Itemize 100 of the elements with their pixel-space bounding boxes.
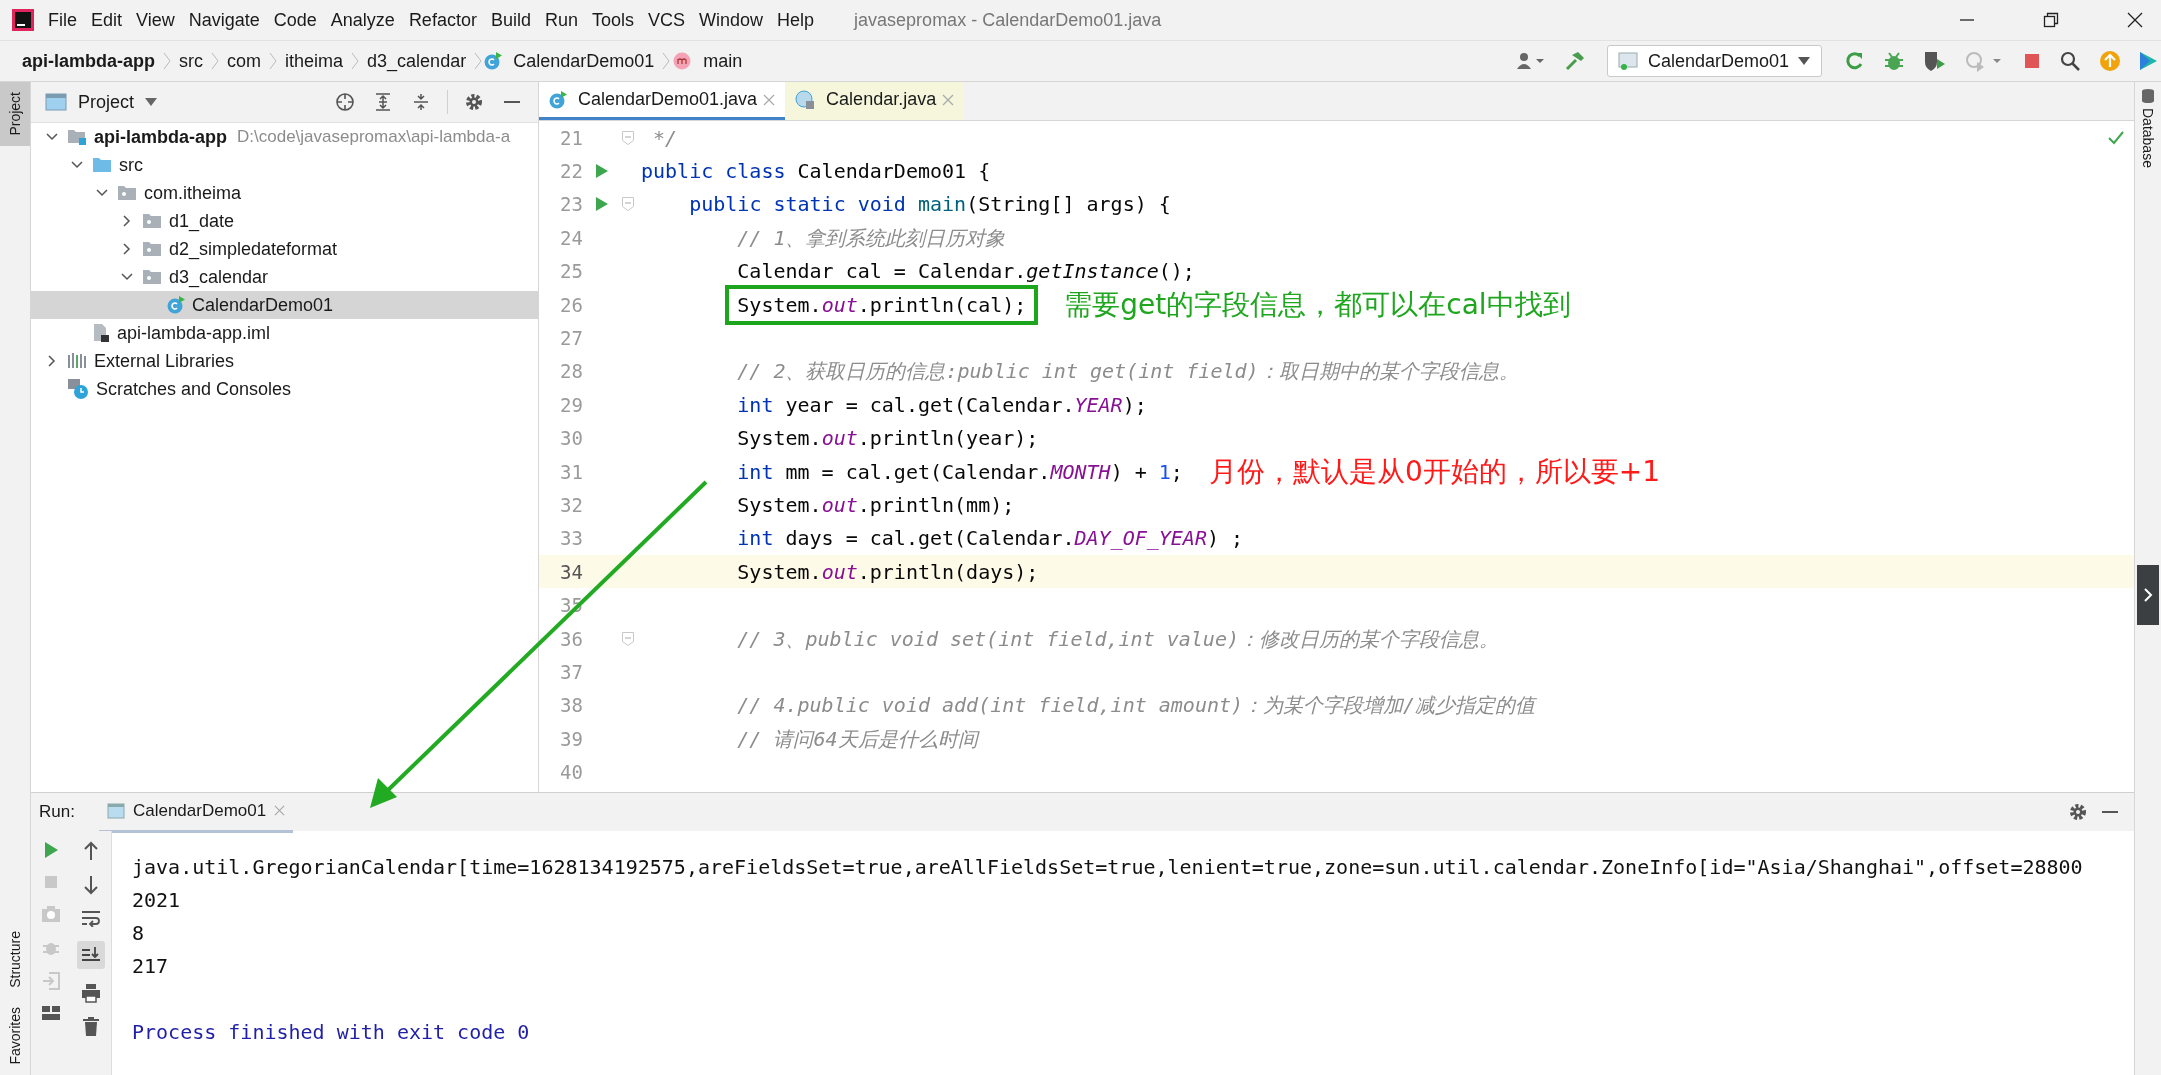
breadcrumb[interactable]: main xyxy=(703,50,743,72)
breadcrumb[interactable]: api-lambda-app xyxy=(22,50,155,72)
run-icon[interactable] xyxy=(595,196,609,213)
line-number: 34 xyxy=(559,560,583,583)
crosshair-icon[interactable] xyxy=(335,92,355,112)
menu-item[interactable]: Tools xyxy=(591,9,634,31)
tree-item[interactable]: d2_simpledateformat xyxy=(31,235,538,263)
shield-run-icon[interactable] xyxy=(1923,50,1947,72)
tool-window-tab[interactable]: Structure xyxy=(0,920,30,998)
menu-item[interactable]: File xyxy=(48,9,77,31)
caret-icon[interactable] xyxy=(144,97,159,107)
tree-item[interactable]: com.itheima xyxy=(31,179,538,207)
scroll-to-end-icon[interactable] xyxy=(77,941,105,969)
file-icon xyxy=(92,323,110,343)
menu-item[interactable]: Refactor xyxy=(408,9,477,31)
run-icon[interactable] xyxy=(595,163,609,180)
tool-window-tab[interactable]: Database xyxy=(2140,104,2156,177)
package-icon xyxy=(117,184,137,202)
hammer-icon[interactable] xyxy=(1563,50,1586,72)
tree-item[interactable]: d1_date xyxy=(31,207,538,235)
tree-item[interactable]: CalendarDemo01 xyxy=(31,291,538,319)
stop-icon[interactable] xyxy=(2023,52,2041,70)
window-icon xyxy=(45,93,67,111)
class-file-icon xyxy=(795,89,816,110)
menu-item[interactable]: Edit xyxy=(91,9,123,31)
chevron-right-icon xyxy=(474,51,483,71)
tree-item[interactable]: Scratches and Consoles xyxy=(31,375,538,403)
wrap-icon[interactable] xyxy=(81,909,101,927)
breadcrumb[interactable]: com xyxy=(227,50,262,72)
settings-icon[interactable] xyxy=(2068,802,2088,822)
chevron-right-icon xyxy=(351,51,360,71)
restore-icon[interactable] xyxy=(2043,12,2059,28)
menu-item[interactable]: Run xyxy=(544,9,578,31)
editor-tab[interactable]: Calendar.java xyxy=(785,82,965,120)
run-config-dropdown[interactable]: CalendarDemo01 xyxy=(1606,45,1822,77)
menu-item[interactable]: View xyxy=(136,9,175,31)
code-text: // 请问64天后是什么时间 xyxy=(737,726,978,751)
annotation-note: 需要get的字段信息，都可以在cal中找到 xyxy=(1064,286,1571,323)
breadcrumb[interactable]: d3_calendar xyxy=(367,50,467,72)
folder-icon xyxy=(92,156,112,174)
class-icon xyxy=(549,90,567,109)
tree-item[interactable]: api-lambda-app.iml xyxy=(31,319,538,347)
console-output: 217 xyxy=(132,953,169,980)
tree-item[interactable]: src xyxy=(31,151,538,179)
line-number: 36 xyxy=(559,627,583,650)
menu-item[interactable]: VCS xyxy=(648,9,685,31)
run-tab[interactable]: CalendarDemo01 xyxy=(98,791,294,833)
line-number: 22 xyxy=(559,160,583,183)
menu-item[interactable]: Code xyxy=(273,9,317,31)
menu-item[interactable]: Build xyxy=(490,9,531,31)
line-number: 23 xyxy=(559,193,583,216)
editor-tab[interactable]: CalendarDemo01.java xyxy=(539,82,786,120)
app-logo-icon xyxy=(12,9,34,31)
settings-icon[interactable] xyxy=(464,92,484,112)
trash-icon[interactable] xyxy=(82,1017,100,1037)
line-number: 26 xyxy=(559,293,583,316)
caret-icon xyxy=(1797,56,1811,66)
panel-title[interactable]: Project xyxy=(78,91,135,113)
close-icon[interactable] xyxy=(2127,12,2143,28)
package-icon xyxy=(142,212,162,230)
plugin-logo-icon[interactable] xyxy=(2139,50,2157,72)
menu-item[interactable]: Help xyxy=(777,9,815,31)
breadcrumb[interactable]: src xyxy=(179,50,203,72)
package-icon xyxy=(142,240,162,258)
tree-item[interactable]: api-lambda-app D:\code\javasepromax\api-lambda-a xyxy=(31,123,538,151)
user-icon[interactable] xyxy=(1515,51,1546,71)
chevron-right-icon xyxy=(269,51,278,71)
collapse-all-icon[interactable] xyxy=(411,92,431,112)
bug-icon[interactable] xyxy=(1883,50,1905,72)
panel-label: Run: xyxy=(39,802,75,822)
tree-item[interactable]: External Libraries xyxy=(31,347,538,375)
menu-item[interactable]: Window xyxy=(699,9,764,31)
run-icon[interactable] xyxy=(42,841,60,859)
line-number: 40 xyxy=(559,761,583,784)
tool-window-tab[interactable]: Favorites xyxy=(0,997,30,1075)
breadcrumb[interactable]: CalendarDemo01 xyxy=(513,50,655,72)
code-text: int days = cal.get(Calendar.DAY_OF_YEAR) ; xyxy=(737,526,1244,551)
rerun-icon[interactable] xyxy=(1843,50,1865,72)
line-number: 30 xyxy=(559,427,583,450)
print-icon[interactable] xyxy=(81,983,101,1003)
layout-icon[interactable] xyxy=(41,1005,61,1021)
database-icon[interactable] xyxy=(2140,88,2156,104)
expand-handle-icon[interactable] xyxy=(2137,565,2159,625)
console-output: java.util.GregorianCalendar[time=1628134192575,areFieldsSet=true,areAllFieldsSet=true,lenient=true,zone=sun.util.calendar.ZoneInfo[id="Asia/Shanghai",offset=28800 xyxy=(132,854,2083,881)
project-tool-tab[interactable]: Project xyxy=(0,82,30,146)
tree-item[interactable]: d3_calendar xyxy=(31,263,538,291)
line-number: 24 xyxy=(559,226,583,249)
menu-item[interactable]: Navigate xyxy=(188,9,260,31)
module-folder-icon xyxy=(67,128,87,146)
package-icon xyxy=(142,268,162,286)
checkmark-icon xyxy=(2108,131,2124,145)
arrow-up-icon[interactable] xyxy=(82,841,100,861)
search-icon[interactable] xyxy=(2059,50,2081,72)
code-text: // 3、public void set(int field,int value)：修改日历的某个字段信息。 xyxy=(737,626,1499,651)
method-icon xyxy=(672,51,693,71)
breadcrumb[interactable]: itheima xyxy=(285,50,344,72)
menu-item[interactable]: Analyze xyxy=(330,9,395,31)
arrow-down-icon[interactable] xyxy=(82,875,100,895)
expand-all-icon[interactable] xyxy=(373,92,393,112)
code-text: System.out.println(days); xyxy=(737,559,1039,584)
